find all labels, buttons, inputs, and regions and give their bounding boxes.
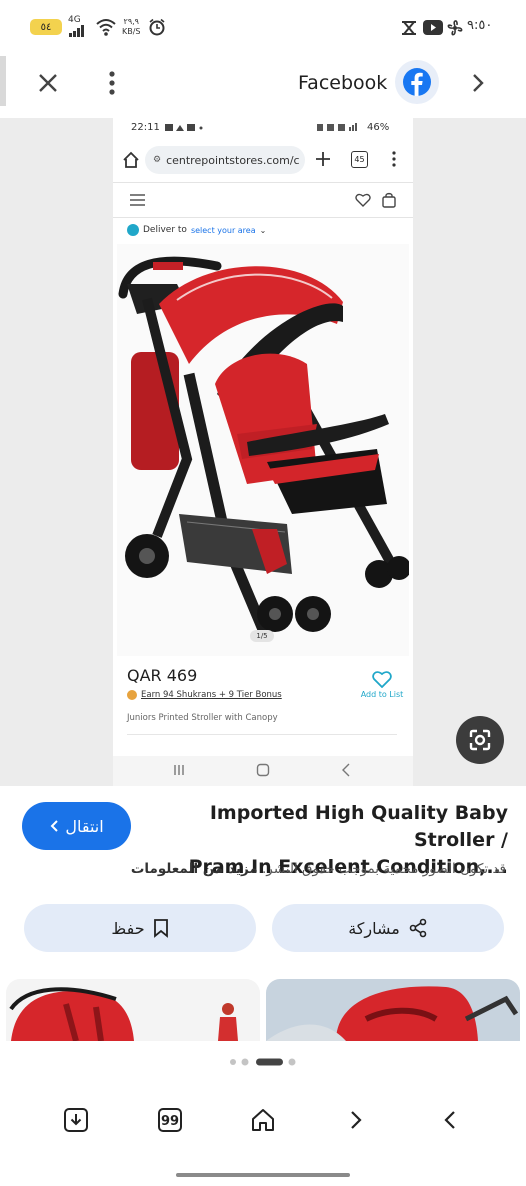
browser-home-icon	[123, 151, 139, 168]
gesture-bar[interactable]	[176, 1173, 350, 1177]
viewer-header: Facebook	[0, 56, 526, 118]
share-button[interactable]: مشاركة	[272, 904, 504, 952]
inner-recents-icon	[174, 765, 184, 775]
lens-icon	[469, 729, 491, 751]
inner-nav-bar	[113, 756, 413, 786]
facebook-icon[interactable]	[395, 60, 439, 104]
save-label: حفظ	[111, 918, 145, 938]
chevron-right-icon[interactable]	[470, 72, 486, 94]
inner-battery: 46%	[367, 122, 390, 133]
site-menu-icon	[130, 194, 145, 206]
deliver-chevron-icon: ⌄	[259, 225, 267, 235]
related-result-right[interactable]	[266, 979, 520, 1041]
save-button[interactable]: حفظ	[24, 904, 256, 952]
deliver-link: select your area	[190, 225, 256, 235]
inner-divider	[127, 734, 397, 735]
visit-chevron-icon	[50, 820, 59, 832]
image-counter-text: 1/5	[256, 632, 268, 640]
more-options-icon[interactable]	[104, 70, 120, 96]
wifi-icon	[96, 19, 116, 36]
network-type: 4G	[68, 15, 81, 25]
source-name[interactable]: Facebook	[298, 72, 387, 94]
shukrans-text: Earn 94 Shukrans + 9 Tier Bonus	[141, 690, 282, 700]
shopping-bag-icon	[382, 192, 396, 208]
learn-more-link[interactable]: مزيد من المعلومات	[131, 861, 258, 877]
deliver-row: Deliver to select your area ⌄	[127, 224, 266, 236]
network-speed: ٢٩,٩ KB/S	[122, 17, 141, 37]
inner-status-icons	[165, 123, 205, 131]
back-icon[interactable]	[435, 1105, 465, 1135]
product-screenshot[interactable]: 22:11 46% ⚙ centrepointstores.com/c 45 D…	[113, 118, 413, 786]
browser-url: centrepointstores.com/c	[166, 153, 300, 167]
site-settings-icon: ⚙	[153, 155, 162, 165]
page-indicator	[229, 1052, 297, 1071]
site-header-divider	[113, 182, 413, 183]
quote-icon[interactable]: 99	[155, 1105, 185, 1135]
edge-accent	[0, 56, 6, 106]
clock: ٩:٥٠	[467, 18, 493, 33]
visit-label: انتقال	[65, 816, 104, 836]
shukrans-coin-icon	[127, 690, 137, 700]
battery-text: ٥٤	[40, 21, 52, 33]
inner-time: 22:11	[131, 122, 160, 133]
inner-home-icon	[256, 763, 270, 777]
result-title-line1: Imported High Quality Baby Stroller /	[209, 802, 508, 851]
add-to-list-label: Add to List	[360, 690, 404, 699]
product-price: QAR 469	[127, 666, 198, 685]
deliver-label: Deliver to	[143, 225, 187, 235]
related-canopy-image	[266, 986, 519, 1041]
browser-menu-icon	[392, 151, 396, 167]
fan-icon	[447, 20, 463, 36]
download-icon[interactable]	[61, 1105, 91, 1135]
product-image: 1/5	[117, 244, 411, 656]
home-icon[interactable]	[248, 1105, 278, 1135]
speed-value: ٢٩,٩	[123, 17, 139, 26]
youtube-icon	[423, 20, 443, 35]
close-icon[interactable]	[37, 72, 59, 94]
browser-url-bar: ⚙ centrepointstores.com/c	[145, 146, 305, 174]
visit-button[interactable]: انتقال	[22, 802, 131, 850]
browser-tab-count: 45	[351, 151, 368, 168]
add-to-list-heart-icon	[372, 671, 392, 689]
shukrans-row: Earn 94 Shukrans + 9 Tier Bonus	[127, 690, 282, 700]
google-lens-button[interactable]	[456, 716, 504, 764]
stroller-image	[118, 256, 411, 642]
network-indicator: 4G	[68, 16, 86, 37]
share-icon	[409, 918, 427, 938]
svg-text:99: 99	[161, 1114, 179, 1129]
cast-icon	[402, 21, 416, 35]
inner-status-bar: 22:11 46%	[113, 118, 413, 138]
inner-back-icon	[342, 763, 350, 777]
battery-indicator: ٥٤	[30, 19, 62, 35]
copyright-text: قد تكون الصور محمية بموجب حقوق النشر.	[262, 861, 506, 877]
related-stroller-image	[9, 987, 238, 1041]
add-to-list: Add to List	[353, 670, 411, 699]
bookmark-icon	[153, 919, 168, 938]
speed-unit: KB/S	[122, 27, 141, 36]
forward-icon[interactable]	[341, 1105, 371, 1135]
location-pin-icon	[127, 224, 139, 236]
copyright-notice: قد تكون الصور محمية بموجب حقوق النشر. مز…	[100, 861, 506, 877]
browser-new-tab-icon	[316, 152, 330, 166]
product-name: Juniors Printed Stroller with Canopy	[127, 713, 278, 723]
share-label: مشاركة	[348, 918, 400, 938]
status-bar: ٥٤ 4G ٢٩,٩ KB/S ٩:٥٠	[0, 0, 526, 56]
tab-count-text: 45	[354, 155, 365, 164]
alarm-icon	[149, 18, 165, 36]
inner-signal-icons	[317, 123, 357, 131]
related-result-left[interactable]	[6, 979, 260, 1041]
wishlist-heart-icon	[355, 193, 371, 207]
site-header-divider-2	[113, 217, 413, 218]
image-counter: 1/5	[250, 630, 274, 642]
